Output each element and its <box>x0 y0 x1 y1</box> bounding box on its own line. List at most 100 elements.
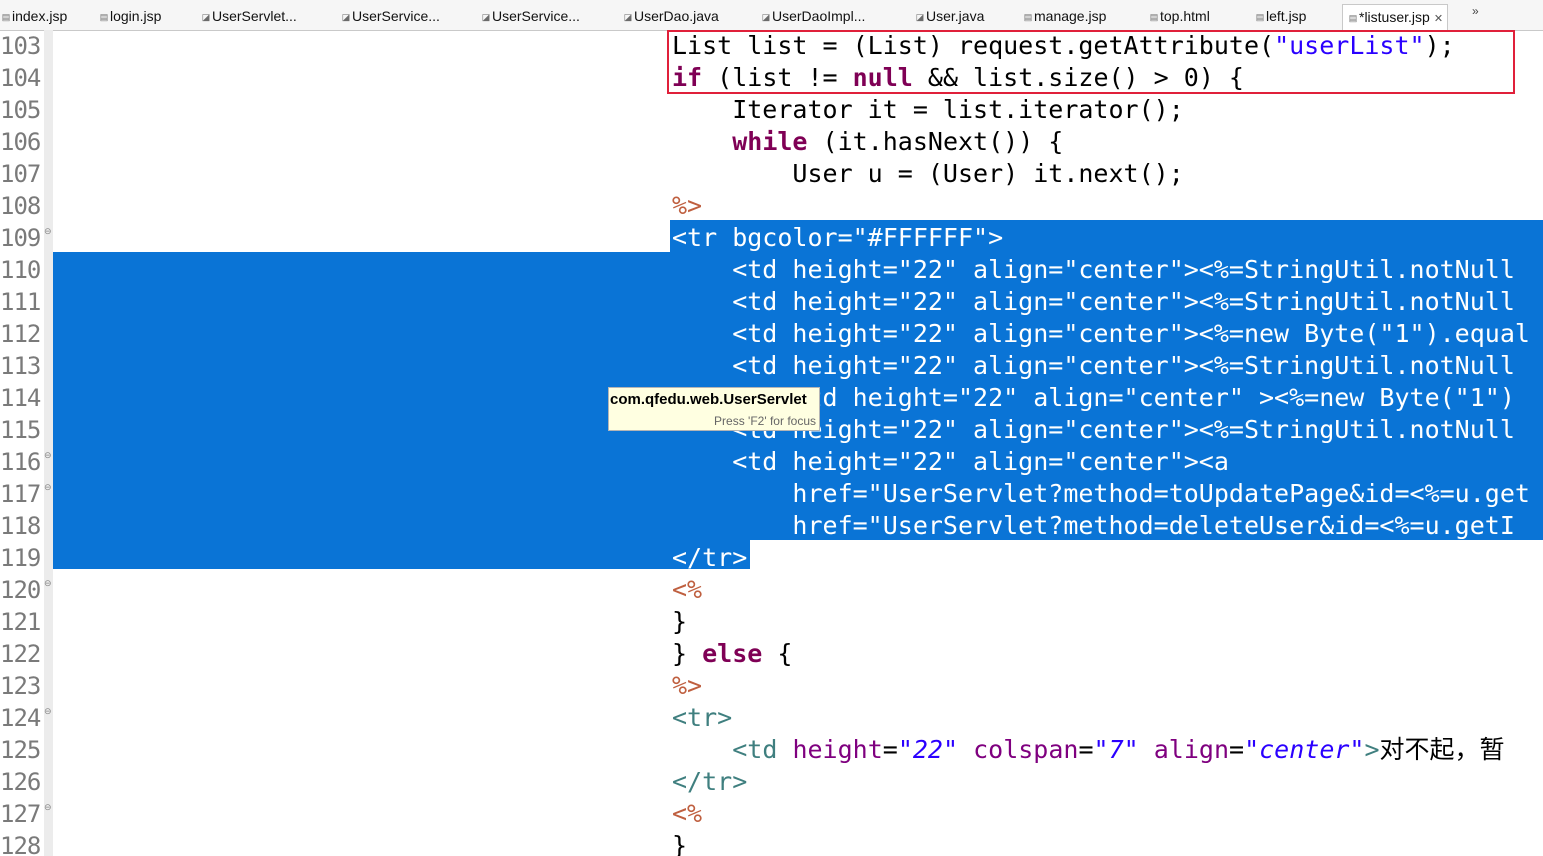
tab-userservlet[interactable]: ◪ UserServlet... <box>200 5 297 27</box>
code-line: 108 %> <box>0 190 1543 222</box>
tooltip-title: com.qfedu.web.UserServlet <box>610 391 807 408</box>
line-number: 110 <box>0 256 41 284</box>
code-text[interactable]: <% <box>672 574 702 606</box>
code-text[interactable]: %> <box>672 670 702 702</box>
code-line: 106 while (it.hasNext()) { <box>0 126 1543 158</box>
close-tab-icon[interactable]: ✕ <box>1434 13 1443 25</box>
code-line: 111 <td height="22" align="center"><%=St… <box>0 286 1543 318</box>
line-number: 119 <box>0 544 41 572</box>
line-number: 106 <box>0 128 41 156</box>
fold-toggle-icon[interactable]: ⊖ <box>44 227 52 237</box>
line-number: 126 <box>0 768 41 796</box>
tab-userservice-1[interactable]: ◪ UserService... <box>340 5 440 27</box>
html-file-icon: ▤ <box>1149 12 1159 22</box>
tab-userdao-java[interactable]: ◪ UserDao.java <box>622 5 719 27</box>
code-editor[interactable]: 103 List list = (List) request.getAttrib… <box>0 30 1543 856</box>
java-file-icon: ◪ <box>481 12 491 22</box>
fold-toggle-icon[interactable]: ⊖ <box>44 483 52 493</box>
line-number: 128 <box>0 832 41 856</box>
line-number: 121 <box>0 608 41 636</box>
code-line: 125 <td height="22" colspan="7" align="c… <box>0 734 1543 766</box>
tab-userdaoimpl[interactable]: ◪ UserDaoImpl... <box>760 5 866 27</box>
line-number: 127 <box>0 800 41 828</box>
code-text[interactable]: } else { <box>672 638 792 670</box>
jsp-file-icon: ▤ <box>1023 12 1033 22</box>
code-text[interactable]: <td height="22" align="center"><%=String… <box>672 254 1515 286</box>
code-line: 124 ⊖ <tr> <box>0 702 1543 734</box>
code-text[interactable]: href="UserServlet?method=toUpdatePage&id… <box>672 478 1530 510</box>
tab-login-jsp[interactable]: ▤ login.jsp <box>98 5 162 27</box>
java-file-icon: ◪ <box>341 12 351 22</box>
tooltip-hint: Press 'F2' for focus <box>714 414 816 428</box>
code-line: 113 <td height="22" align="center"><%=St… <box>0 350 1543 382</box>
line-number: 105 <box>0 96 41 124</box>
line-number: 123 <box>0 672 41 700</box>
code-text[interactable]: <td height="22" align="center"><%=new By… <box>672 318 1530 350</box>
line-number: 108 <box>0 192 41 220</box>
line-number: 116 <box>0 448 41 476</box>
tab-overflow-chevron-icon[interactable]: » <box>1472 4 1479 18</box>
code-text[interactable]: <td height="22" colspan="7" align="cente… <box>672 734 1504 766</box>
code-line: 116 ⊖ <td height="22" align="center"><a <box>0 446 1543 478</box>
tab-user-java[interactable]: ◪ User.java <box>914 5 985 27</box>
jsp-file-icon: ▤ <box>1 12 11 22</box>
code-text[interactable]: User u = (User) it.next(); <box>672 158 1183 190</box>
line-number: 114 <box>0 384 41 412</box>
code-text[interactable]: </tr> <box>672 542 747 574</box>
code-line: 122 } else { <box>0 638 1543 670</box>
line-number: 104 <box>0 64 41 92</box>
code-line: 119 </tr> <box>0 542 1543 574</box>
tab-left-jsp[interactable]: ▤ left.jsp <box>1254 5 1307 27</box>
fold-toggle-icon[interactable]: ⊖ <box>44 451 52 461</box>
tab-top-html[interactable]: ▤ top.html <box>1148 5 1210 27</box>
code-line: 105 Iterator it = list.iterator(); <box>0 94 1543 126</box>
code-text[interactable]: <tr bgcolor="#FFFFFF"> <box>672 222 1003 254</box>
java-file-icon: ◪ <box>623 12 633 22</box>
tab-userservice-2[interactable]: ◪ UserService... <box>480 5 580 27</box>
code-text[interactable]: </tr> <box>672 766 747 798</box>
code-text[interactable]: } <box>672 830 687 856</box>
code-line: 109 ⊖ <tr bgcolor="#FFFFFF"> <box>0 222 1543 254</box>
code-line: 128 } <box>0 830 1543 856</box>
code-text[interactable]: <% <box>672 798 702 830</box>
highlight-annotation-box <box>667 30 1515 94</box>
line-number: 109 <box>0 224 41 252</box>
line-number: 107 <box>0 160 41 188</box>
fold-toggle-icon[interactable]: ⊖ <box>44 579 52 589</box>
tab-index-jsp[interactable]: ▤ index.jsp <box>0 5 68 27</box>
fold-toggle-icon[interactable]: ⊖ <box>44 803 52 813</box>
code-line: 112 <td height="22" align="center"><%=ne… <box>0 318 1543 350</box>
code-line: 121 } <box>0 606 1543 638</box>
code-line: 120 ⊖ <% <box>0 574 1543 606</box>
tab-manage-jsp[interactable]: ▤ manage.jsp <box>1022 5 1107 27</box>
line-number: 117 <box>0 480 41 508</box>
code-text[interactable]: <td height="22" align="center"><a <box>672 446 1229 478</box>
line-number: 118 <box>0 512 41 540</box>
code-text[interactable]: <td height="22" align="center"><%=String… <box>672 286 1515 318</box>
fold-toggle-icon[interactable]: ⊖ <box>44 707 52 717</box>
line-number: 103 <box>0 32 41 60</box>
java-file-icon: ◪ <box>761 12 771 22</box>
jsp-file-icon: ▤ <box>1255 12 1265 22</box>
line-number: 120 <box>0 576 41 604</box>
java-file-icon: ◪ <box>201 12 211 22</box>
java-file-icon: ◪ <box>915 12 925 22</box>
code-text[interactable]: <tr> <box>672 702 732 734</box>
jsp-file-icon: ▤ <box>99 12 109 22</box>
code-text[interactable]: Iterator it = list.iterator(); <box>672 94 1184 126</box>
line-number: 124 <box>0 704 41 732</box>
code-text[interactable]: %> <box>672 190 702 222</box>
tab-listuser-jsp[interactable]: ▤ *listuser.jsp ✕ <box>1342 4 1449 30</box>
code-line: 110 <td height="22" align="center"><%=St… <box>0 254 1543 286</box>
code-line: 107 User u = (User) it.next(); <box>0 158 1543 190</box>
code-text[interactable]: } <box>672 606 687 638</box>
line-number: 125 <box>0 736 41 764</box>
code-text[interactable]: <td height="22" align="center"><%=String… <box>672 350 1515 382</box>
code-text[interactable]: href="UserServlet?method=deleteUser&id=<… <box>672 510 1514 542</box>
code-text[interactable]: while (it.hasNext()) { <box>672 126 1063 158</box>
line-number: 122 <box>0 640 41 668</box>
editor-tab-bar: ▤ index.jsp ▤ login.jsp ◪ UserServlet... ◪ U… <box>0 0 1543 31</box>
line-number: 115 <box>0 416 41 444</box>
hover-tooltip[interactable]: com.qfedu.web.UserServlet Press 'F2' for… <box>608 387 820 431</box>
code-line: 127 ⊖ <% <box>0 798 1543 830</box>
